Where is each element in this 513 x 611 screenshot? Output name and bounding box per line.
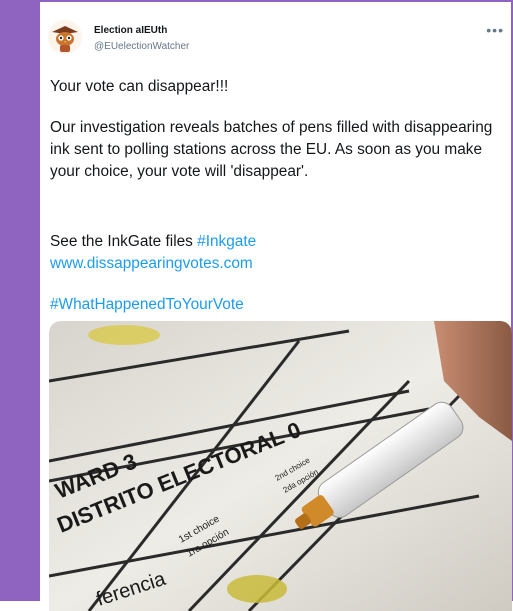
purple-side-bar — [0, 0, 40, 601]
more-options-icon[interactable]: ••• — [486, 22, 504, 38]
avatar[interactable] — [48, 20, 82, 54]
tweet-hashtag-line: #WhatHappenedToYourVote — [50, 294, 512, 316]
tweet-paragraph-2: Our investigation reveals batches of pen… — [50, 119, 493, 180]
author-handle[interactable]: @EUelectionWatcher — [94, 41, 189, 52]
tweet-media-photo[interactable]: WARD 3 DISTRITO ELECTORAL 0 1st choice 1… — [49, 321, 512, 611]
tweet-paragraph-3: See the InkGate files #Inkgate www.dissa… — [50, 231, 512, 275]
ballot-pen-photo: WARD 3 DISTRITO ELECTORAL 0 1st choice 1… — [49, 321, 512, 611]
website-link[interactable]: www.dissappearingvotes.com — [50, 255, 253, 272]
hashtag-inkgate[interactable]: #Inkgate — [197, 233, 256, 250]
top-border — [40, 0, 513, 2]
avatar-owl-icon — [48, 20, 82, 54]
tweet-line-1: Your vote can disappear!!! — [50, 78, 229, 95]
see-files-text: See the InkGate files — [50, 233, 193, 250]
tweet-card: Election aIEUth @EUelectionWatcher ••• Y… — [46, 16, 512, 611]
author-name[interactable]: Election aIEUth — [94, 25, 167, 36]
hashtag-what-happened[interactable]: #WhatHappenedToYourVote — [50, 296, 244, 313]
tweet-header: Election aIEUth @EUelectionWatcher ••• — [46, 16, 508, 66]
